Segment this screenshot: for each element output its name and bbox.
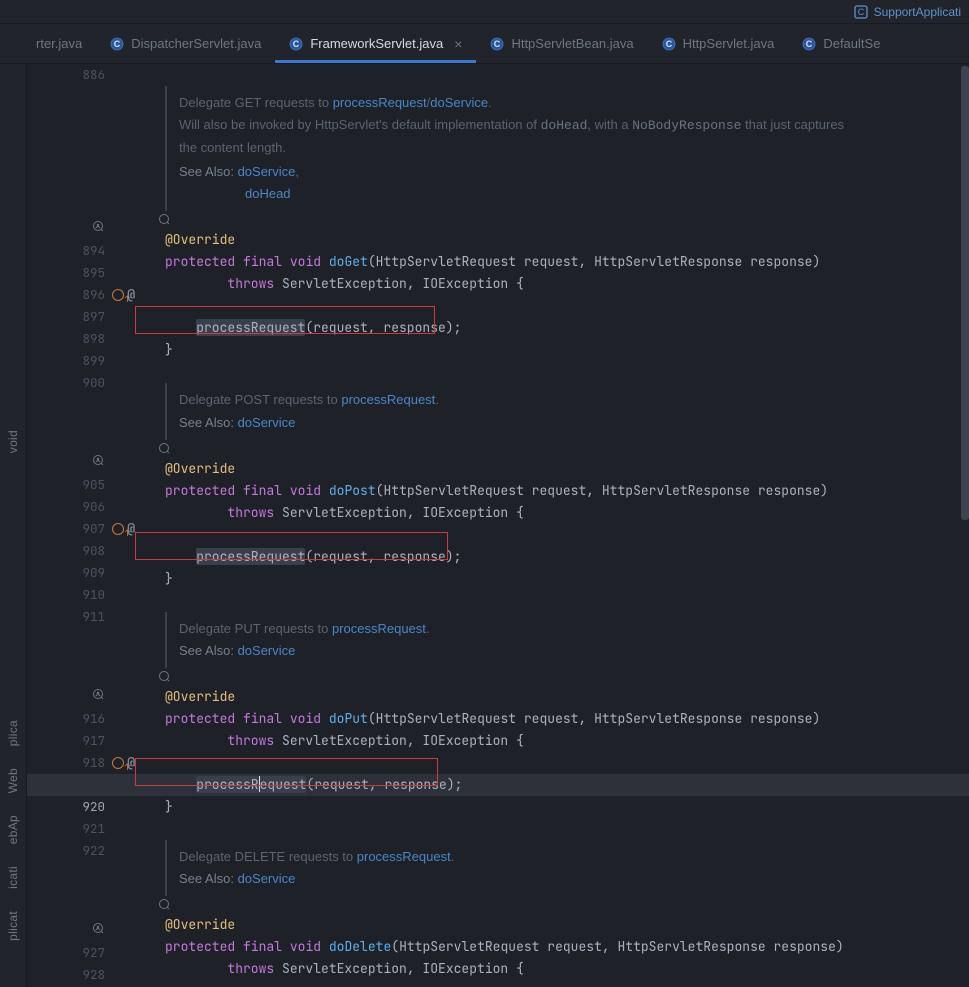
pv-item[interactable]: void bbox=[6, 424, 20, 459]
line-number: 920 bbox=[27, 796, 105, 818]
code-line: @Override bbox=[165, 686, 969, 708]
line-number: 922 bbox=[27, 840, 105, 862]
svg-text:C: C bbox=[494, 39, 501, 49]
class-icon: C bbox=[289, 37, 303, 51]
tab-httpservlet[interactable]: C HttpServlet.java bbox=[648, 24, 789, 63]
code-line: protected final void doPut(HttpServletRe… bbox=[165, 708, 969, 730]
tab-label: DefaultSe bbox=[823, 36, 880, 51]
code-line: protected final void doGet(HttpServletRe… bbox=[165, 251, 969, 273]
line-number: 907 bbox=[27, 518, 105, 540]
titlebar: C SupportApplicati bbox=[0, 0, 969, 24]
line-number: 898 bbox=[27, 328, 105, 350]
close-icon[interactable]: × bbox=[454, 36, 462, 52]
code-line: } bbox=[165, 339, 969, 361]
tab-httpservletbean[interactable]: C HttpServletBean.java bbox=[476, 24, 647, 63]
line-number: 886 bbox=[27, 64, 105, 86]
pv-item[interactable]: plica bbox=[6, 714, 20, 752]
tab-label: HttpServlet.java bbox=[683, 36, 775, 51]
line-number: 927 bbox=[27, 942, 105, 964]
javadoc-doPut: Delegate PUT requests to processRequest.… bbox=[165, 612, 865, 668]
pv-item[interactable]: ebAp bbox=[6, 809, 20, 850]
line-number: 921 bbox=[27, 818, 105, 840]
line-number: 917 bbox=[82, 732, 105, 749]
line-number: 916 bbox=[27, 708, 105, 730]
class-icon: C bbox=[854, 5, 868, 19]
line-number: 896 bbox=[27, 284, 105, 306]
tab-label: FrameworkServlet.java bbox=[310, 36, 443, 51]
code-line: } bbox=[165, 796, 969, 818]
class-icon: C bbox=[110, 37, 124, 51]
svg-text:C: C bbox=[806, 39, 813, 49]
class-icon: C bbox=[490, 37, 504, 51]
class-icon: C bbox=[802, 37, 816, 51]
code-line: processRequest(request, response); bbox=[165, 317, 969, 339]
line-numbers-gutter: 886 894 895@ 896 897 898 899 900 905 906… bbox=[27, 64, 115, 987]
author-icon[interactable] bbox=[93, 689, 105, 701]
code-editor[interactable]: 886 894 895@ 896 897 898 899 900 905 906… bbox=[27, 64, 969, 987]
line-number: 897 bbox=[27, 306, 105, 328]
tab-label: HttpServletBean.java bbox=[511, 36, 633, 51]
author-icon[interactable] bbox=[159, 214, 171, 226]
editor-tabs: rter.java C DispatcherServlet.java C Fra… bbox=[0, 24, 969, 64]
code-line: throws ServletException, IOException { bbox=[165, 730, 969, 752]
tab-dispatcherservlet[interactable]: C DispatcherServlet.java bbox=[96, 24, 275, 63]
author-icon[interactable] bbox=[93, 455, 105, 467]
class-icon: C bbox=[662, 37, 676, 51]
code-line: protected final void doPost(HttpServletR… bbox=[165, 480, 969, 502]
code-line: @Override bbox=[165, 458, 969, 480]
line-number: 895 bbox=[82, 264, 105, 281]
pv-item[interactable]: icati bbox=[6, 860, 20, 895]
tab-label: rter.java bbox=[36, 36, 82, 51]
javadoc-doGet: Delegate GET requests to processRequest/… bbox=[165, 86, 865, 211]
line-number: 894 bbox=[27, 240, 105, 262]
code-line: } bbox=[165, 568, 969, 590]
vertical-scrollbar[interactable] bbox=[957, 64, 969, 984]
project-view-sidebar: void plica Web ebAp icati plicat bbox=[0, 64, 27, 987]
code-line: throws ServletException, IOException { bbox=[165, 502, 969, 524]
pv-item[interactable]: plicat bbox=[6, 905, 20, 947]
author-icon[interactable] bbox=[159, 671, 171, 683]
svg-text:C: C bbox=[114, 39, 121, 49]
javadoc-doPost: Delegate POST requests to processRequest… bbox=[165, 383, 865, 439]
author-icon[interactable] bbox=[159, 443, 171, 455]
line-number: 918 bbox=[27, 752, 105, 774]
code-line: protected final void doDelete(HttpServle… bbox=[165, 936, 969, 958]
code-line: @Override bbox=[165, 229, 969, 251]
tab-defaultse[interactable]: C DefaultSe bbox=[788, 24, 894, 63]
code-line: processRequest(request, response); bbox=[165, 546, 969, 568]
line-number: 905 bbox=[27, 474, 105, 496]
code-line-current: processRequest(request, response); bbox=[27, 774, 969, 796]
code-line: @Override bbox=[165, 914, 969, 936]
tab-frameworkservlet[interactable]: C FrameworkServlet.java × bbox=[275, 24, 476, 63]
author-icon[interactable] bbox=[93, 221, 105, 233]
author-icon[interactable] bbox=[159, 899, 171, 911]
code-line: throws ServletException, IOException { bbox=[165, 273, 969, 295]
line-number: 908 bbox=[27, 540, 105, 562]
line-number: 909 bbox=[27, 562, 105, 584]
line-number: 906 bbox=[82, 498, 105, 515]
line-number: 900 bbox=[27, 372, 105, 394]
code-line: throws ServletException, IOException { bbox=[165, 958, 969, 980]
line-number: 928 bbox=[82, 966, 105, 983]
pv-item[interactable]: Web bbox=[6, 762, 20, 799]
svg-text:C: C bbox=[857, 7, 864, 17]
line-number: 911 bbox=[27, 606, 105, 628]
line-number: 910 bbox=[27, 584, 105, 606]
app-name: SupportApplicati bbox=[874, 5, 961, 19]
caret bbox=[259, 776, 260, 792]
scrollbar-thumb[interactable] bbox=[961, 66, 969, 520]
tab-label: DispatcherServlet.java bbox=[131, 36, 261, 51]
main-area: void plica Web ebAp icati plicat 886 894… bbox=[0, 64, 969, 987]
javadoc-doDelete: Delegate DELETE requests to processReque… bbox=[165, 840, 865, 896]
tab-rter[interactable]: rter.java bbox=[22, 24, 96, 63]
line-number: 899 bbox=[27, 350, 105, 372]
code-area[interactable]: Delegate GET requests to processRequest/… bbox=[115, 64, 969, 987]
svg-text:C: C bbox=[293, 39, 300, 49]
author-icon[interactable] bbox=[93, 923, 105, 935]
svg-text:C: C bbox=[665, 39, 672, 49]
